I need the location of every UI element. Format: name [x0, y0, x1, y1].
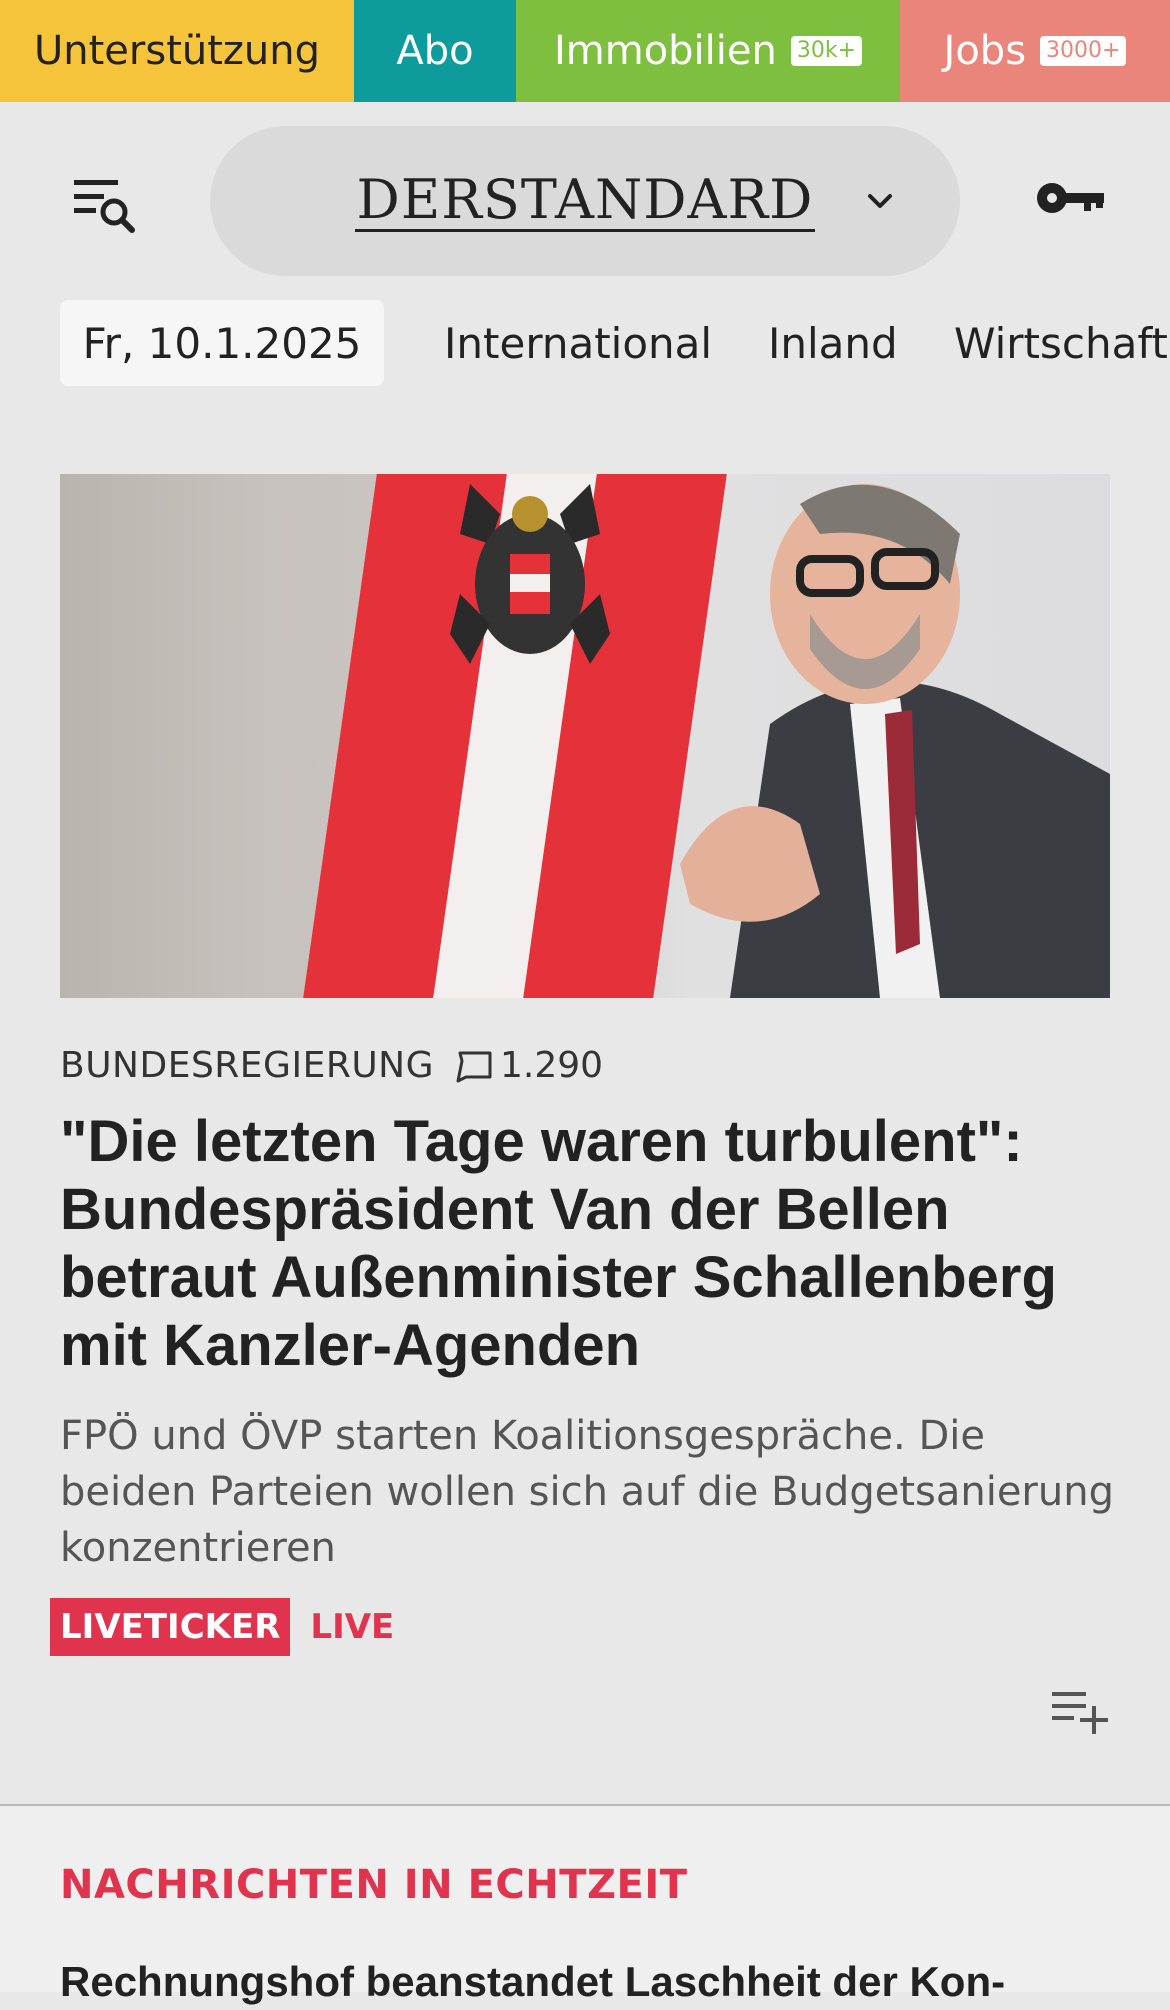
abo-label: Abo: [396, 28, 474, 74]
tab-international[interactable]: International: [444, 300, 712, 386]
jobs-link[interactable]: Jobs 3000+: [900, 0, 1170, 102]
coat-of-arms-eagle: [450, 484, 610, 664]
support-link[interactable]: Unterstützung: [0, 0, 354, 102]
abo-link[interactable]: Abo: [354, 0, 516, 102]
menu-search-icon: [74, 180, 135, 233]
immobilien-label: Immobilien: [553, 28, 777, 74]
playlist-add-icon: [1052, 1692, 1108, 1734]
immobilien-link[interactable]: Immobilien 30k+: [516, 0, 900, 102]
person-figure: [680, 484, 1110, 998]
news-section-title[interactable]: NACHRICHTEN IN ECHTZEIT: [60, 1862, 688, 1908]
top-nav: Unterstützung Abo Immobilien 30k+ Jobs 3…: [0, 0, 1170, 102]
article-headline[interactable]: "Die letzten Tage waren turbulent": Bund…: [60, 1108, 1120, 1380]
jobs-badge: 3000+: [1040, 36, 1127, 66]
article-teaser: FPÖ und ÖVP starten Koalitionsgespräche.…: [60, 1413, 1114, 1571]
comment-icon: [456, 1051, 492, 1083]
section-tabs: Fr, 10.1.2025 International Inland Wirts…: [0, 300, 1170, 388]
article-kicker[interactable]: BUNDESREGIERUNG: [60, 1045, 434, 1086]
tab-label: Inland: [768, 318, 898, 368]
article-meta: BUNDESREGIERUNG 1.290: [60, 1040, 603, 1090]
news-item-headline[interactable]: Rechnungshof beanstandet Laschheit der K…: [60, 1954, 1120, 2010]
comment-count-value: 1.290: [500, 1044, 604, 1086]
article-hero-image[interactable]: [60, 474, 1110, 998]
support-label: Unterstützung: [33, 28, 320, 74]
menu-search-button[interactable]: [74, 178, 138, 236]
liveticker-badge: LIVETICKER: [50, 1598, 291, 1656]
comment-count[interactable]: 1.290: [454, 1045, 603, 1086]
login-button[interactable]: [1036, 176, 1106, 220]
date-label: Fr, 10.1.2025: [82, 318, 362, 368]
tab-wirtschaft[interactable]: Wirtschaft: [954, 300, 1168, 386]
add-to-list-button[interactable]: [1052, 1690, 1110, 1734]
live-indicator: LIVETICKER LIVE: [50, 1598, 394, 1656]
logo-edition-switcher[interactable]: DERSTANDARD: [210, 126, 960, 276]
tab-label: International: [444, 318, 713, 368]
date-tab[interactable]: Fr, 10.1.2025: [60, 300, 384, 386]
immobilien-badge: 30k+: [790, 36, 863, 66]
chevron-down-icon: [868, 194, 892, 208]
tab-inland[interactable]: Inland: [768, 300, 898, 386]
key-icon: [1037, 183, 1104, 213]
live-label: LIVE: [310, 1607, 395, 1647]
logo: DERSTANDARD: [354, 167, 816, 232]
jobs-label: Jobs: [943, 28, 1027, 74]
tab-label: Wirtschaft: [954, 318, 1168, 368]
